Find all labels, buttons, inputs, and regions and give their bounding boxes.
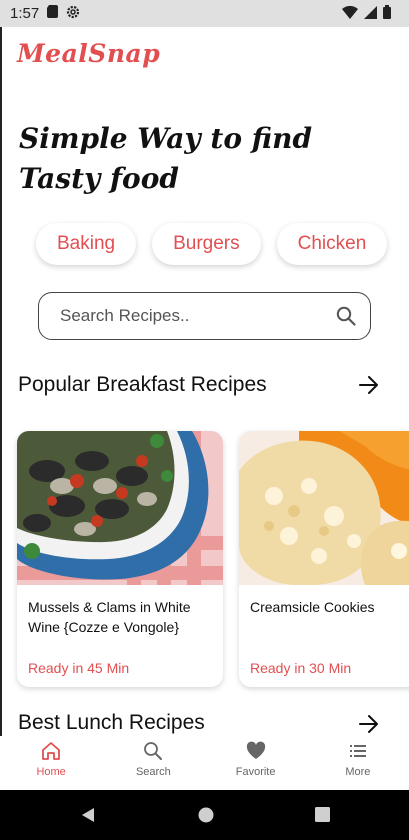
recipe-name: Mussels & Clams in White Wine {Cozze e V… (28, 599, 191, 635)
battery-icon (383, 5, 391, 23)
nav-more[interactable]: More (307, 736, 409, 790)
nav-home[interactable]: Home (0, 736, 102, 790)
popular-section-title: Popular Breakfast Recipes (18, 373, 267, 396)
popular-recipe-list: Mussels & Clams in White Wine {Cozze e V… (17, 431, 409, 687)
recipe-ready-time: Ready in 45 Min (28, 660, 130, 676)
settings-icon (66, 5, 80, 23)
recipe-ready-time: Ready in 30 Min (250, 660, 352, 676)
recipe-image-cookies (239, 431, 409, 585)
headline: Simple Way to find Tasty food (19, 119, 379, 199)
category-chips: Baking Burgers Chicken (36, 223, 388, 265)
brand-logo: MealSnap (17, 39, 161, 68)
recipe-card[interactable]: Mussels & Clams in White Wine {Cozze e V… (17, 431, 223, 687)
sd-card-icon (47, 5, 59, 22)
lunch-section-title: Best Lunch Recipes (18, 711, 205, 734)
nav-home-label: Home (36, 766, 66, 778)
search-icon (144, 742, 163, 760)
nav-favorite-label: Favorite (235, 766, 276, 778)
app-content: MealSnap Simple Way to find Tasty food B… (0, 27, 409, 790)
back-icon[interactable] (80, 807, 96, 827)
chip-chicken[interactable]: Chicken (276, 223, 388, 265)
recipe-image-mussels (17, 431, 223, 585)
signal-icon (364, 5, 377, 23)
search-input[interactable] (58, 305, 322, 327)
recipe-card[interactable]: Creamsicle Cookies Ready in 30 Min (239, 431, 409, 687)
arrow-right-icon[interactable] (359, 715, 379, 737)
nav-search-label: Search (135, 766, 171, 778)
status-time: 1:57 (10, 5, 40, 22)
search-bar[interactable] (38, 292, 371, 340)
status-bar: 1:57 (0, 0, 409, 27)
system-navigation-bar (0, 790, 409, 840)
bottom-navigation: Home Search Favorite More (0, 736, 409, 790)
recents-icon[interactable] (315, 807, 330, 826)
recipe-name: Creamsicle Cookies (250, 599, 375, 615)
nav-favorite[interactable]: Favorite (205, 736, 307, 790)
menu-icon (349, 745, 366, 757)
heart-icon (246, 741, 265, 759)
arrow-right-icon[interactable] (359, 376, 379, 398)
search-icon[interactable] (336, 306, 356, 330)
chip-baking[interactable]: Baking (36, 223, 137, 265)
wifi-icon (342, 5, 358, 23)
nav-search[interactable]: Search (102, 736, 204, 790)
nav-more-label: More (345, 766, 371, 778)
home-icon (42, 742, 61, 760)
headline-line-2: Tasty food (19, 162, 179, 195)
home-button-icon[interactable] (198, 807, 214, 827)
chip-burgers[interactable]: Burgers (152, 223, 261, 265)
headline-line-1: Simple Way to find (19, 122, 313, 155)
